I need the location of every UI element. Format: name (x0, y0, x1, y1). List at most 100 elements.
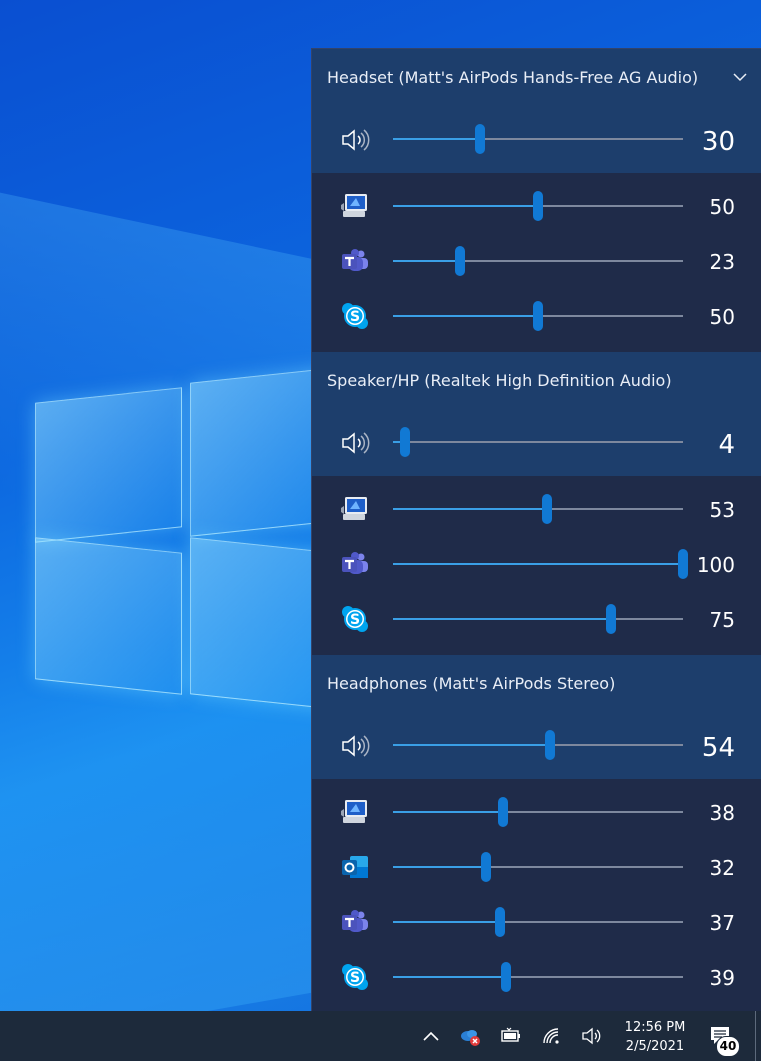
skype-icon[interactable]: S (340, 301, 370, 331)
svg-text:S: S (350, 612, 360, 628)
app-volume-slider[interactable] (393, 852, 683, 882)
volume-value: 50 (709, 305, 735, 329)
clock-date: 2/5/2021 (625, 1039, 685, 1054)
system-sounds-icon[interactable] (340, 191, 370, 221)
slider-thumb[interactable] (533, 301, 543, 331)
slider-thumb[interactable] (544, 730, 555, 760)
slider-thumb[interactable] (501, 962, 512, 992)
master-volume-slider[interactable] (393, 730, 683, 760)
device-name: Headphones (Matt's AirPods Stereo) (327, 674, 616, 693)
volume-value: 23 (709, 250, 735, 274)
battery-icon[interactable] (500, 1025, 522, 1047)
slider-fill (393, 205, 538, 207)
app-volume-slider[interactable] (393, 301, 683, 331)
app-volume-slider[interactable] (393, 549, 688, 579)
slider-fill (393, 260, 460, 262)
app-volume-slider[interactable] (393, 191, 683, 221)
device-section: Headset (Matt's AirPods Hands-Free AG Au… (312, 49, 761, 173)
skype-icon[interactable]: S (340, 962, 370, 992)
device-title-row[interactable]: Headset (Matt's AirPods Hands-Free AG Au… (312, 49, 761, 111)
volume-mixer-flyout: Headset (Matt's AirPods Hands-Free AG Au… (311, 48, 761, 1013)
volume-value: 53 (709, 498, 735, 522)
slider-thumb[interactable] (495, 907, 506, 937)
notification-badge: 40 (716, 1036, 740, 1057)
taskbar: 12:56 PM 2/5/2021 40 (0, 1011, 761, 1061)
clock[interactable]: 12:56 PM 2/5/2021 (615, 1018, 695, 1056)
master-volume-slider[interactable] (393, 427, 683, 457)
show-desktop-button[interactable] (755, 1011, 756, 1061)
app-volume-row: 23 (312, 234, 761, 289)
app-volume-row: S 75 (312, 592, 761, 647)
device-title-row: Speaker/HP (Realtek High Definition Audi… (312, 352, 761, 414)
device-title-row: Headphones (Matt's AirPods Stereo) (312, 655, 761, 717)
volume-value: 4 (718, 430, 735, 460)
system-sounds-icon[interactable] (340, 797, 370, 827)
chevron-up-icon[interactable] (420, 1025, 442, 1047)
device-master-volume-row: 30 (312, 111, 761, 173)
device-name: Speaker/HP (Realtek High Definition Audi… (327, 371, 672, 390)
app-volume-slider[interactable] (393, 907, 683, 937)
app-volume-row: S 39 (312, 950, 761, 1005)
app-volume-slider[interactable] (393, 494, 683, 524)
slider-thumb[interactable] (454, 246, 465, 276)
app-volume-row: 37 (312, 895, 761, 950)
slider-track[interactable] (393, 441, 683, 443)
slider-thumb[interactable] (541, 494, 552, 524)
slider-thumb[interactable] (678, 549, 688, 579)
app-volume-slider[interactable] (393, 962, 683, 992)
volume-value: 30 (701, 127, 735, 157)
outlook-icon[interactable] (340, 852, 370, 882)
teams-icon[interactable] (340, 246, 370, 276)
device-master-volume-row: 54 (312, 717, 761, 779)
volume-value: 37 (709, 911, 735, 935)
slider-fill (393, 976, 507, 978)
slider-fill (393, 866, 486, 868)
speaker-icon[interactable] (340, 731, 370, 761)
slider-fill (393, 921, 501, 923)
app-volume-row: 100 (312, 537, 761, 592)
slider-thumb[interactable] (498, 797, 509, 827)
slider-fill (393, 508, 547, 510)
app-volume-row: S 50 (312, 289, 761, 344)
master-volume-slider[interactable] (393, 124, 683, 154)
onedrive-error-icon[interactable] (459, 1025, 481, 1047)
device-section: Speaker/HP (Realtek High Definition Audi… (312, 352, 761, 476)
slider-fill (393, 138, 480, 140)
slider-fill (393, 744, 550, 746)
device-section: Headphones (Matt's AirPods Stereo) 54 (312, 655, 761, 779)
speaker-icon[interactable] (340, 428, 370, 458)
slider-thumb[interactable] (480, 852, 491, 882)
slider-thumb[interactable] (399, 427, 410, 457)
system-sounds-icon[interactable] (340, 494, 370, 524)
windows-logo (35, 367, 337, 710)
app-volume-list: 38 32 37 S 39 (312, 779, 761, 1013)
skype-icon[interactable]: S (340, 604, 370, 634)
app-volume-list: 50 23 S 50 (312, 173, 761, 352)
volume-value: 54 (701, 733, 735, 763)
app-volume-row: 50 (312, 179, 761, 234)
teams-icon[interactable] (340, 549, 370, 579)
volume-value: 50 (709, 195, 735, 219)
app-volume-slider[interactable] (393, 246, 683, 276)
slider-thumb[interactable] (533, 191, 543, 221)
volume-value: 38 (709, 801, 735, 825)
speaker-icon[interactable] (340, 125, 370, 155)
volume-icon[interactable] (580, 1025, 602, 1047)
wifi-icon[interactable] (540, 1025, 562, 1047)
clock-time: 12:56 PM (624, 1020, 686, 1035)
slider-thumb[interactable] (605, 604, 616, 634)
slider-fill (393, 618, 611, 620)
teams-icon[interactable] (340, 907, 370, 937)
app-volume-slider[interactable] (393, 797, 683, 827)
chevron-down-icon[interactable] (732, 69, 748, 85)
device-name: Headset (Matt's AirPods Hands-Free AG Au… (327, 68, 699, 87)
app-volume-list: 53 100 S 75 (312, 476, 761, 655)
slider-thumb[interactable] (475, 124, 485, 154)
volume-value: 32 (709, 856, 735, 880)
slider-fill (393, 811, 504, 813)
volume-value: 100 (696, 553, 735, 577)
app-volume-row: 38 (312, 785, 761, 840)
app-volume-slider[interactable] (393, 604, 683, 634)
svg-text:S: S (350, 309, 360, 325)
volume-value: 39 (709, 966, 735, 990)
